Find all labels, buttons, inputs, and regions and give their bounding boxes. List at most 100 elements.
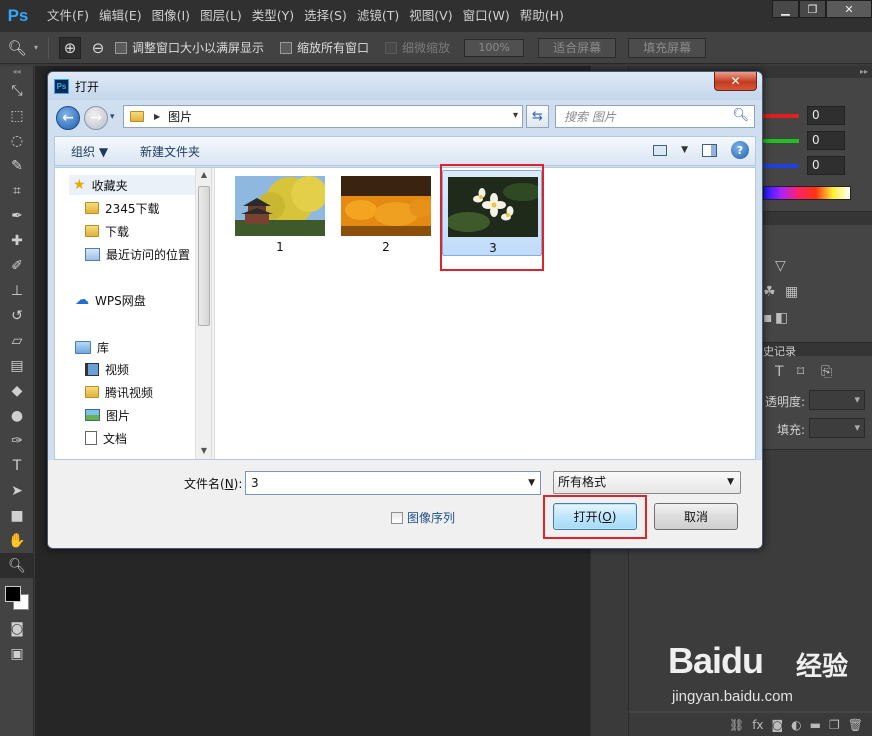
checkbox-box[interactable] bbox=[280, 41, 293, 54]
dialog-close-button[interactable]: ✕ bbox=[714, 72, 757, 91]
smart-object-filter-icon[interactable]: ⎘ bbox=[821, 364, 832, 380]
green-value-field[interactable]: 0 bbox=[807, 131, 845, 150]
menu-layer[interactable]: 图层(L) bbox=[195, 0, 247, 32]
image-sequence-checkbox[interactable]: 图像序列 bbox=[391, 509, 455, 526]
blue-value-field[interactable]: 0 bbox=[807, 156, 845, 175]
screen-mode-icon[interactable]: ▣ bbox=[0, 641, 34, 666]
opacity-dropdown[interactable] bbox=[809, 390, 865, 410]
transform-filter-icon[interactable]: ⌑ bbox=[797, 364, 804, 380]
breadcrumb-pictures[interactable]: 图片 bbox=[168, 108, 192, 125]
menu-filter[interactable]: 滤镜(T) bbox=[352, 0, 404, 32]
resize-windows-checkbox[interactable]: 调整窗口大小以满屏显示 bbox=[115, 39, 264, 56]
foreground-color-swatch[interactable] bbox=[5, 586, 21, 602]
refresh-icon[interactable]: ⇆ bbox=[526, 105, 549, 128]
scroll-thumb[interactable] bbox=[198, 186, 210, 326]
menu-edit[interactable]: 编辑(E) bbox=[94, 0, 147, 32]
zoom-all-windows-checkbox[interactable]: 缩放所有窗口 bbox=[280, 39, 369, 56]
checkbox-box[interactable] bbox=[115, 41, 128, 54]
nav-recent-places[interactable]: 最近访问的位置 bbox=[85, 244, 190, 264]
triangle-adjust-icon[interactable]: ▽ bbox=[775, 258, 786, 274]
nav-pictures[interactable]: 图片 bbox=[85, 405, 130, 425]
app-close-button[interactable]: ✕ bbox=[826, 0, 872, 18]
nav-2345-downloads[interactable]: 2345下载 bbox=[85, 198, 160, 218]
eyedropper-tool-icon[interactable]: ✒ bbox=[0, 203, 34, 228]
menu-view[interactable]: 视图(V) bbox=[404, 0, 457, 32]
history-dropdown-icon[interactable]: ▾ bbox=[110, 112, 115, 122]
nav-videos[interactable]: 视频 bbox=[85, 359, 129, 379]
invert-icon[interactable]: ◧ bbox=[775, 310, 788, 326]
color-balance-icon[interactable]: ☘ bbox=[763, 284, 776, 300]
path-select-tool-icon[interactable]: ➤ bbox=[0, 478, 34, 503]
checkbox-box[interactable] bbox=[391, 511, 403, 524]
type-filter-icon[interactable]: T bbox=[775, 364, 784, 380]
nav-tencent-video[interactable]: 腾讯视频 bbox=[85, 382, 153, 402]
crop-tool-icon[interactable]: ⌗ bbox=[0, 178, 34, 203]
quick-select-tool-icon[interactable]: ✎ bbox=[0, 153, 34, 178]
menu-help[interactable]: 帮助(H) bbox=[515, 0, 569, 32]
address-bar[interactable]: ▶ 图片 ▾ bbox=[123, 105, 523, 128]
change-view-icon[interactable] bbox=[653, 144, 668, 156]
history-brush-tool-icon[interactable]: ↺ bbox=[0, 303, 34, 328]
scroll-up-icon[interactable]: ▲ bbox=[196, 170, 212, 179]
zoom-tool-icon[interactable]: 🔍︎ bbox=[6, 37, 28, 59]
address-dropdown-icon[interactable]: ▾ bbox=[513, 110, 518, 121]
nav-wps-drive[interactable]: ☁ WPS网盘 bbox=[75, 290, 146, 310]
zoom-in-icon[interactable]: ⊕ bbox=[59, 36, 82, 59]
organize-button[interactable]: 组织 ▼ bbox=[55, 143, 124, 160]
menu-select[interactable]: 选择(S) bbox=[299, 0, 352, 32]
eraser-tool-icon[interactable]: ▱ bbox=[0, 328, 34, 353]
grid-adjust-icon[interactable]: ▦ bbox=[785, 284, 798, 300]
zoom-out-icon[interactable]: ⊖ bbox=[87, 37, 109, 59]
healing-brush-tool-icon[interactable]: ✚ bbox=[0, 228, 34, 253]
preview-pane-icon[interactable] bbox=[702, 143, 717, 157]
lasso-tool-icon[interactable]: ◌ bbox=[0, 128, 34, 153]
new-folder-button[interactable]: 新建文件夹 bbox=[124, 143, 216, 160]
menu-image[interactable]: 图像(I) bbox=[147, 0, 195, 32]
filetype-select[interactable]: 所有格式 ▼ bbox=[553, 471, 741, 494]
menu-type[interactable]: 类型(Y) bbox=[247, 0, 299, 32]
breadcrumb-chevron-icon[interactable]: ▶ bbox=[154, 112, 160, 121]
filename-dropdown-icon[interactable]: ▼ bbox=[528, 472, 535, 494]
dodge-tool-icon[interactable]: ● bbox=[0, 403, 34, 428]
green-slider[interactable] bbox=[759, 139, 799, 143]
fill-screen-button[interactable]: 填充屏幕 bbox=[628, 37, 707, 58]
type-tool-icon[interactable]: T bbox=[0, 453, 34, 478]
nav-libraries[interactable]: 库 bbox=[75, 337, 109, 357]
tool-preset-dropdown-icon[interactable]: ▾ bbox=[34, 43, 38, 52]
filename-input[interactable]: 3 ▼ bbox=[245, 471, 541, 495]
history-tab[interactable]: 史记录 bbox=[763, 343, 796, 359]
blur-tool-icon[interactable]: ◆ bbox=[0, 378, 34, 403]
cancel-button[interactable]: 取消 bbox=[654, 503, 738, 530]
search-input[interactable]: 搜索 图片 🔍︎ bbox=[555, 105, 755, 128]
back-arrow-icon[interactable]: ← bbox=[56, 106, 80, 130]
menu-window[interactable]: 窗口(W) bbox=[458, 0, 515, 32]
clone-stamp-tool-icon[interactable]: ⊥ bbox=[0, 278, 34, 303]
red-value-field[interactable]: 0 bbox=[807, 106, 845, 125]
restore-button[interactable]: ❐ bbox=[799, 0, 826, 18]
brush-tool-icon[interactable]: ✐ bbox=[0, 253, 34, 278]
move-tool-icon[interactable]: ⤡ bbox=[0, 78, 34, 103]
fit-screen-button[interactable]: 适合屏幕 bbox=[538, 37, 617, 58]
nav-documents[interactable]: 文档 bbox=[85, 428, 127, 448]
shape-tool-icon[interactable]: ■ bbox=[0, 503, 34, 528]
blue-slider[interactable] bbox=[759, 164, 799, 168]
nav-downloads[interactable]: 下载 bbox=[85, 221, 129, 241]
scroll-down-icon[interactable]: ▼ bbox=[196, 446, 212, 455]
panel-grip-icon[interactable]: ◂◂ bbox=[0, 66, 33, 78]
file-item-2[interactable]: 2 bbox=[336, 170, 436, 256]
menu-file[interactable]: 文件(F) bbox=[42, 0, 94, 32]
quick-mask-icon[interactable]: ◙ bbox=[0, 616, 34, 641]
scrubby-zoom-checkbox[interactable]: 细微缩放 bbox=[385, 39, 450, 56]
pen-tool-icon[interactable]: ✑ bbox=[0, 428, 34, 453]
zoom-percent-field[interactable]: 100% bbox=[464, 38, 525, 57]
color-spectrum-ramp[interactable] bbox=[763, 186, 851, 200]
file-item-1[interactable]: 1 bbox=[230, 170, 330, 256]
minimize-button[interactable]: ▁ bbox=[772, 0, 799, 18]
color-swatches[interactable] bbox=[0, 578, 34, 616]
view-dropdown-icon[interactable]: ▼ bbox=[681, 145, 688, 155]
zoom-tool-icon[interactable]: 🔍︎ bbox=[0, 553, 34, 578]
nav-scrollbar[interactable]: ▲ ▼ bbox=[195, 168, 211, 459]
hand-tool-icon[interactable]: ✋ bbox=[0, 528, 34, 553]
red-slider[interactable] bbox=[759, 114, 799, 118]
filetype-dropdown-icon[interactable]: ▼ bbox=[727, 472, 734, 493]
